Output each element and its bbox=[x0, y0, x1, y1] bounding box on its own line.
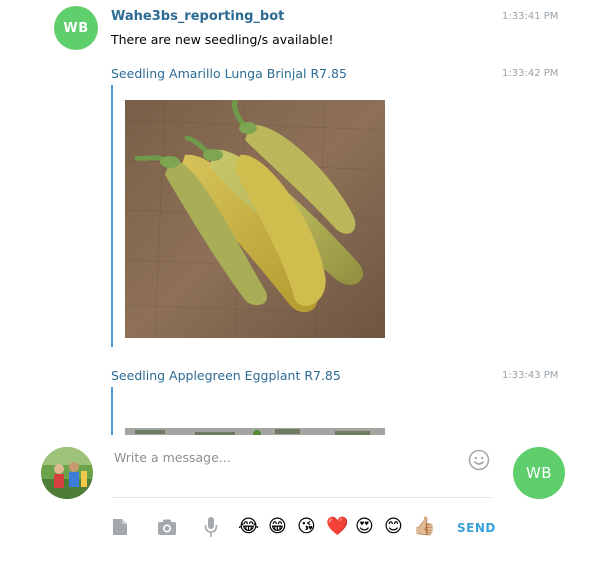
emoji-heart[interactable]: ❤️ bbox=[326, 516, 348, 538]
sender-name[interactable]: Wahe3bs_reporting_bot bbox=[111, 9, 284, 24]
quote-bar bbox=[111, 85, 113, 347]
emoji-tears-of-joy[interactable]: 😂 bbox=[238, 516, 259, 538]
send-button[interactable]: SEND bbox=[457, 521, 496, 535]
message-time: 1:33:43 PM bbox=[502, 370, 559, 381]
bot-avatar-initials: WB bbox=[63, 20, 89, 36]
quote-bar bbox=[111, 387, 113, 435]
camera-icon[interactable] bbox=[156, 517, 178, 537]
emoji-smile[interactable]: 😊 bbox=[384, 516, 403, 538]
seedling-link[interactable]: Seedling Amarillo Lunga Brinjal R7.85 bbox=[111, 66, 347, 81]
emoji-kiss[interactable]: 😘 bbox=[297, 516, 316, 538]
recipient-avatar-initials: WB bbox=[525, 464, 553, 482]
emoji-picker-icon[interactable] bbox=[468, 449, 490, 471]
self-avatar[interactable] bbox=[41, 447, 93, 499]
composer-divider bbox=[112, 497, 492, 498]
seedling-photo[interactable] bbox=[125, 424, 385, 435]
document-icon[interactable] bbox=[110, 517, 130, 537]
message-time: 1:33:42 PM bbox=[502, 68, 559, 79]
seedling-link[interactable]: Seedling Applegreen Eggplant R7.85 bbox=[111, 368, 341, 383]
message-time: 1:33:41 PM bbox=[502, 11, 559, 22]
emoji-grin[interactable]: 😁 bbox=[268, 516, 287, 538]
emoji-heart-eyes[interactable]: 😍 bbox=[355, 516, 374, 538]
microphone-icon[interactable] bbox=[202, 516, 220, 538]
message-text: There are new seedling/s available! bbox=[111, 32, 334, 47]
message-input[interactable]: Write a message... bbox=[114, 450, 454, 465]
seedling-photo[interactable] bbox=[125, 100, 385, 338]
recipient-avatar[interactable]: WB bbox=[513, 447, 565, 499]
emoji-thumbs-up[interactable]: 👍🏼 bbox=[413, 516, 435, 538]
bot-avatar[interactable]: WB bbox=[54, 6, 98, 50]
